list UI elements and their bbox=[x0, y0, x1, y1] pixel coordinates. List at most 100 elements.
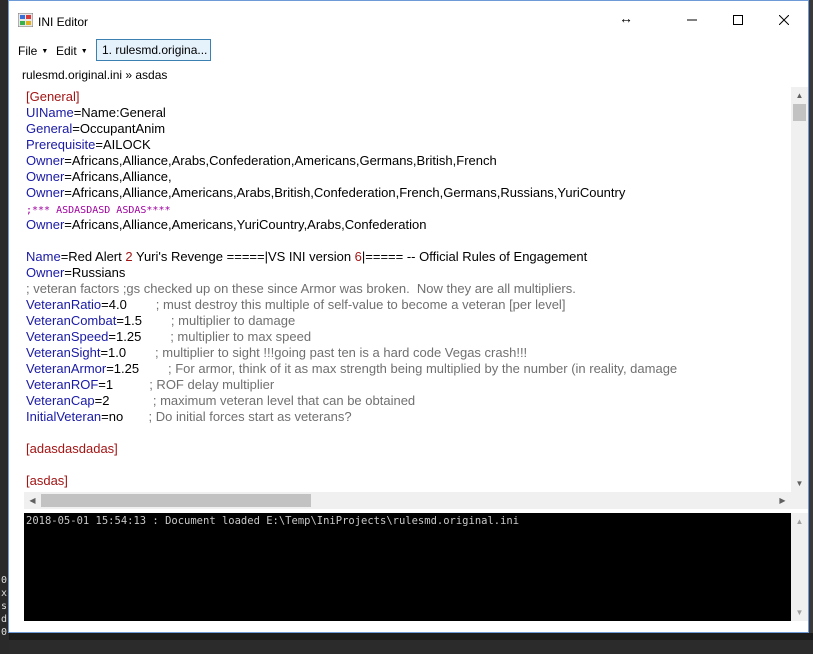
editor-line: UIName=Name:General bbox=[26, 105, 677, 121]
editor-token: [asdas] bbox=[26, 473, 68, 488]
scroll-down-icon[interactable]: ▼ bbox=[791, 475, 808, 492]
horizontal-scroll-thumb[interactable] bbox=[41, 494, 311, 507]
editor-token: =no bbox=[101, 409, 124, 424]
editor-token: ; multiplier to sight !!!going past ten … bbox=[126, 345, 528, 360]
editor-token: ; For armor, think of it as max strength… bbox=[139, 361, 678, 376]
editor-token: =1 bbox=[98, 377, 114, 392]
editor-token: [adasdasdadas] bbox=[26, 441, 118, 456]
editor-vertical-scrollbar[interactable]: ▲ ▼ bbox=[791, 87, 808, 492]
editor-token: ; veteran factors ;gs checked up on thes… bbox=[26, 281, 576, 296]
editor-line: Owner=Russians bbox=[26, 265, 677, 281]
editor-token: =1.25 bbox=[108, 329, 142, 344]
editor-line: VeteranArmor=1.25 ; For armor, think of … bbox=[26, 361, 677, 377]
editor-token: ; Do initial forces start as veterans? bbox=[123, 409, 352, 424]
document-tab-button[interactable]: 1. rulesmd.origina... bbox=[96, 39, 211, 61]
editor-token: 2 bbox=[125, 249, 133, 264]
scroll-left-icon[interactable]: ◀ bbox=[24, 492, 41, 509]
editor-token: ; multiplier to damage bbox=[142, 313, 296, 328]
console-vertical-scrollbar[interactable]: ▲ ▼ bbox=[791, 513, 808, 621]
chevron-down-icon: ▼ bbox=[41, 47, 49, 55]
resize-arrows-icon: ↔ bbox=[619, 10, 633, 26]
maximize-icon bbox=[733, 15, 743, 25]
editor-line: ; veteran factors ;gs checked up on thes… bbox=[26, 281, 677, 297]
editor-token: Owner bbox=[26, 265, 65, 280]
editor-line: VeteranCombat=1.5 ; multiplier to damage bbox=[26, 313, 677, 329]
ini-editor-window: INI Editor ↔ File ▼ Edit ▼ 1. rulesmd.orig… bbox=[8, 0, 809, 633]
editor-line: VeteranSpeed=1.25 ; multiplier to max sp… bbox=[26, 329, 677, 345]
editor-token: UIName bbox=[26, 105, 74, 120]
menu-file[interactable]: File ▼ bbox=[18, 42, 48, 60]
editor-token: =Africans,Alliance,Americans,Arabs,Briti… bbox=[64, 185, 626, 200]
close-button[interactable] bbox=[761, 1, 807, 39]
editor-token: =4.0 bbox=[101, 297, 127, 312]
menu-edit-label: Edit bbox=[56, 44, 77, 58]
editor-token: =2 bbox=[94, 393, 110, 408]
editor-token: Owner bbox=[26, 169, 65, 184]
editor-token: =Name:General bbox=[73, 105, 166, 120]
editor-token: InitialVeteran bbox=[26, 409, 102, 424]
editor-token: =Russians bbox=[64, 265, 126, 280]
title-bar[interactable]: INI Editor ↔ bbox=[9, 1, 808, 39]
editor-token: ; ROF delay multiplier bbox=[113, 377, 275, 392]
app-icon bbox=[18, 13, 33, 27]
editor-line: Prerequisite=AILOCK bbox=[26, 137, 677, 153]
window-title: INI Editor bbox=[38, 15, 89, 29]
editor-line: VeteranROF=1 ; ROF delay multiplier bbox=[26, 377, 677, 393]
editor-token: Owner bbox=[26, 153, 65, 168]
editor-token: Owner bbox=[26, 185, 65, 200]
editor-token: =OccupantAnim bbox=[72, 121, 166, 136]
close-icon bbox=[779, 15, 789, 25]
maximize-button[interactable] bbox=[715, 1, 761, 39]
editor-token: 6 bbox=[354, 249, 362, 264]
editor-token: VeteranCap bbox=[26, 393, 95, 408]
editor-token: |===== -- Official Rules of Engagement bbox=[361, 249, 588, 264]
editor-token: =1.25 bbox=[106, 361, 140, 376]
editor-token: =Africans,Alliance,Arabs,Confederation,A… bbox=[64, 153, 497, 168]
editor-token: =AILOCK bbox=[95, 137, 151, 152]
scroll-up-icon[interactable]: ▲ bbox=[791, 87, 808, 104]
scroll-right-icon[interactable]: ▶ bbox=[774, 492, 791, 509]
ini-text-editor[interactable]: [General] UIName=Name:General General=Occu… bbox=[24, 87, 791, 492]
editor-line: ;*** ASDASDASD ASDAS**** bbox=[26, 201, 677, 217]
editor-line: Owner=Africans,Alliance,Americans,YuriCo… bbox=[26, 217, 677, 233]
editor-line: Owner=Africans,Alliance,Arabs,Confederat… bbox=[26, 153, 677, 169]
editor-token: =1.5 bbox=[116, 313, 143, 328]
breadcrumb: rulesmd.original.ini » asdas bbox=[22, 68, 168, 82]
editor-token: [General] bbox=[26, 89, 80, 104]
menu-edit[interactable]: Edit ▼ bbox=[56, 42, 88, 60]
editor-content: [General] UIName=Name:General General=Occu… bbox=[26, 89, 677, 489]
editor-token: VeteranROF bbox=[26, 377, 99, 392]
editor-token: VeteranSight bbox=[26, 345, 101, 360]
editor-line: Name=Red Alert 2 Yuri's Revenge =====|VS… bbox=[26, 249, 677, 265]
editor-line: InitialVeteran=no ; Do initial forces st… bbox=[26, 409, 677, 425]
editor-token: =1.0 bbox=[100, 345, 127, 360]
editor-token: =Africans,Alliance,Americans,YuriCountry… bbox=[64, 217, 427, 232]
editor-line: [General] bbox=[26, 89, 677, 105]
editor-line: Owner=Africans,Alliance,Americans,Arabs,… bbox=[26, 185, 677, 201]
editor-token: =Africans,Alliance, bbox=[64, 169, 172, 184]
editor-line: VeteranCap=2 ; maximum veteran level tha… bbox=[26, 393, 677, 409]
editor-horizontal-scrollbar[interactable]: ◀ ▶ bbox=[24, 492, 791, 509]
editor-line: VeteranRatio=4.0 ; must destroy this mul… bbox=[26, 297, 677, 313]
editor-token: VeteranCombat bbox=[26, 313, 117, 328]
minimize-icon bbox=[687, 19, 697, 21]
editor-line: General=OccupantAnim bbox=[26, 121, 677, 137]
minimize-button[interactable] bbox=[669, 1, 715, 39]
vertical-scroll-thumb[interactable] bbox=[793, 104, 806, 121]
scroll-up-icon[interactable]: ▲ bbox=[791, 513, 808, 530]
editor-token: VeteranRatio bbox=[26, 297, 102, 312]
editor-line: Owner=Africans,Alliance, bbox=[26, 169, 677, 185]
editor-token: ; maximum veteran level that can be obta… bbox=[109, 393, 416, 408]
desktop-background-bottom bbox=[0, 633, 813, 640]
editor-token: Name bbox=[26, 249, 61, 264]
scrollbar-corner bbox=[791, 492, 808, 509]
scroll-down-icon[interactable]: ▼ bbox=[791, 604, 808, 621]
log-console[interactable]: 2018-05-01 15:54:13 : Document loaded E:… bbox=[24, 513, 791, 621]
chevron-down-icon: ▼ bbox=[80, 47, 88, 55]
editor-line: [adasdasdadas] bbox=[26, 441, 677, 457]
editor-token: ;*** ASDASDASD ASDAS**** bbox=[26, 205, 171, 216]
menu-file-label: File bbox=[18, 44, 38, 58]
desktop-background-right bbox=[809, 0, 813, 640]
